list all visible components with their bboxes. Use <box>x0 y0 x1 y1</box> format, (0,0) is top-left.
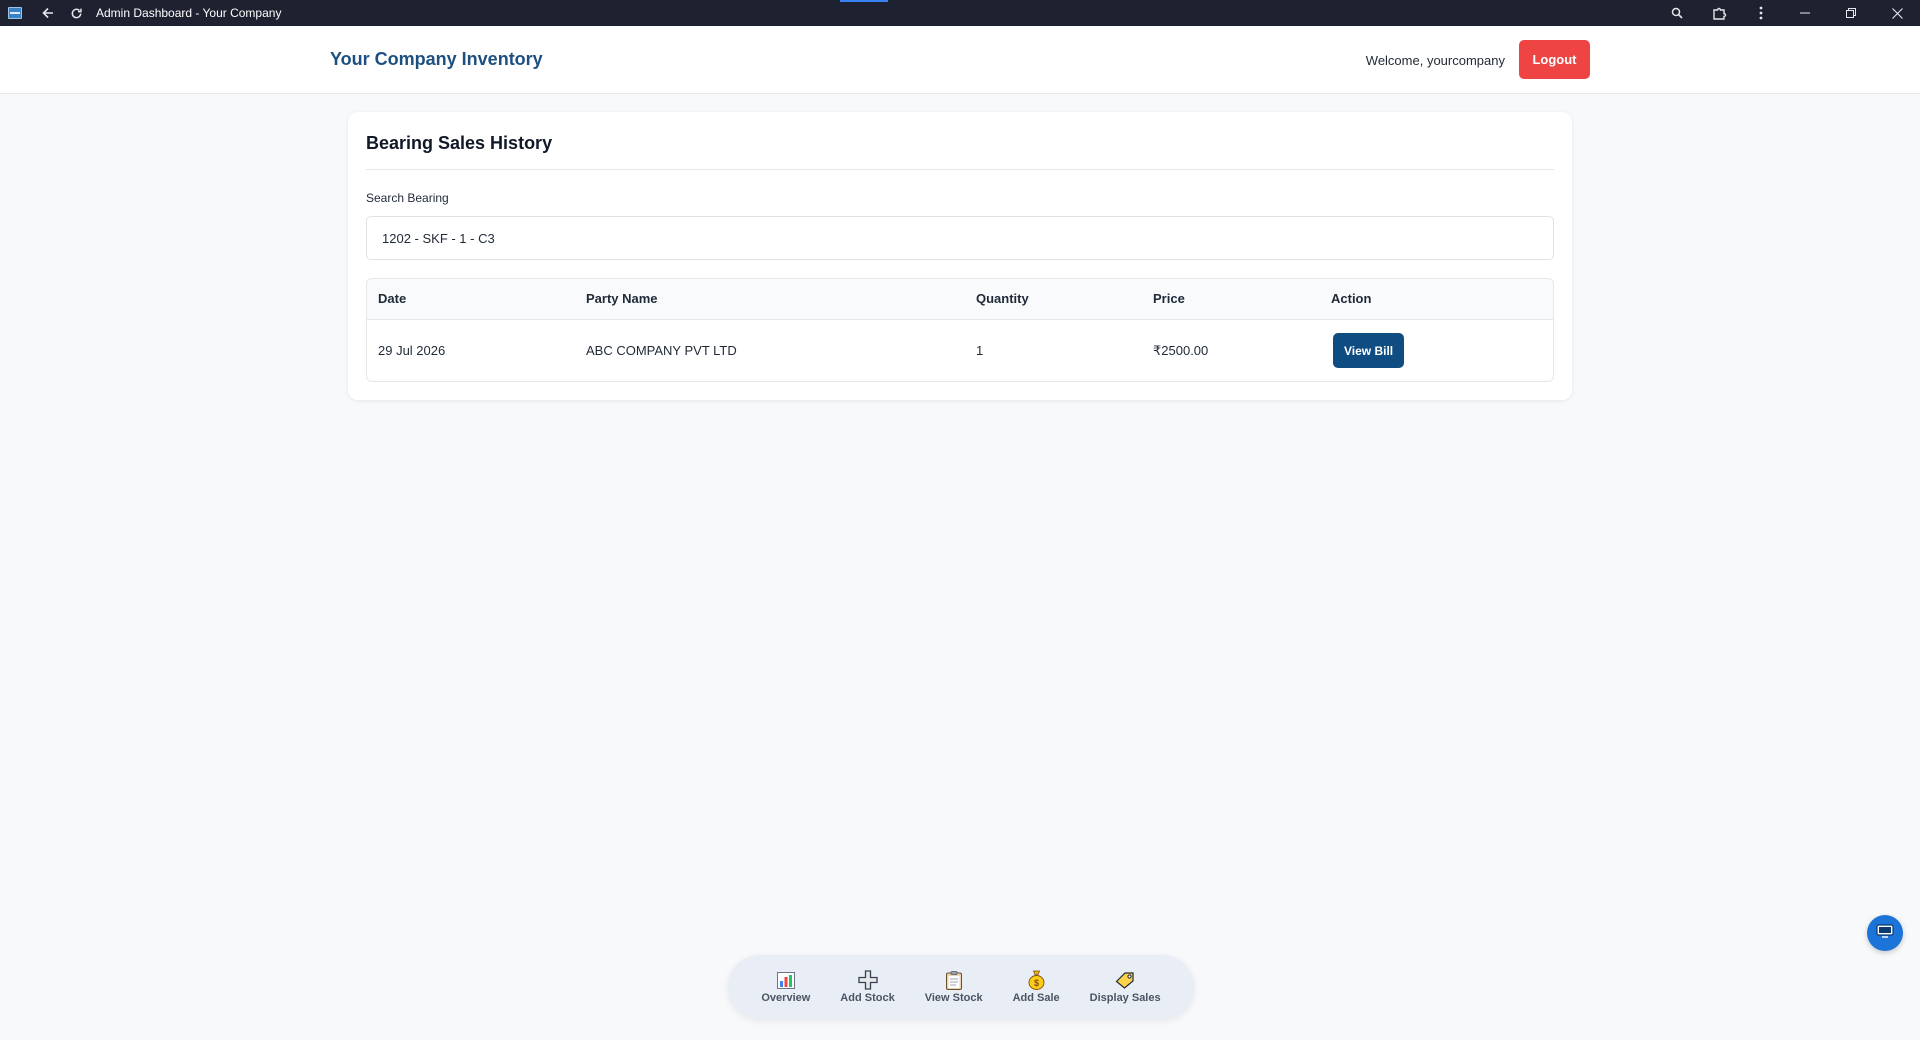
column-header-price: Price <box>1153 291 1185 307</box>
brand-title[interactable]: Your Company Inventory <box>330 49 543 70</box>
floating-screen-button[interactable] <box>1867 915 1903 951</box>
reload-icon[interactable] <box>62 0 90 26</box>
search-bearing-input[interactable] <box>366 216 1554 260</box>
minimize-icon[interactable] <box>1782 0 1828 26</box>
nav-label: Add Stock <box>840 992 895 1004</box>
app-header: Your Company Inventory Welcome, yourcomp… <box>0 26 1920 94</box>
divider <box>366 169 1554 170</box>
tag-icon <box>1114 970 1136 990</box>
menu-dots-icon[interactable] <box>1740 0 1782 26</box>
column-header-action: Action <box>1331 291 1372 307</box>
table-row: 29 Jul 2026 ABC COMPANY PVT LTD 1 ₹2500.… <box>367 319 1553 381</box>
plus-icon <box>857 970 879 990</box>
app-icon <box>8 7 22 19</box>
extensions-icon[interactable] <box>1698 0 1740 26</box>
close-icon[interactable] <box>1874 0 1920 26</box>
logout-button[interactable]: Logout <box>1519 40 1590 79</box>
nav-label: Overview <box>761 992 811 1004</box>
nav-label: View Stock <box>924 992 983 1004</box>
column-header-date: Date <box>378 291 407 307</box>
money-bag-icon: $ <box>1025 970 1047 990</box>
nav-label: Add Sale <box>1012 992 1060 1004</box>
nav-item-add-stock[interactable]: Add Stock <box>825 970 909 1004</box>
search-label: Search Bearing <box>366 191 449 205</box>
cell-quantity: 1 <box>976 343 984 359</box>
column-header-quantity: Quantity <box>976 291 1029 307</box>
column-header-party-name: Party Name <box>586 291 658 307</box>
sales-table: Date Party Name Quantity Price Action 29… <box>366 278 1554 382</box>
welcome-text: Welcome, yourcompany <box>1365 53 1505 68</box>
bottom-nav: Overview Add Stock View Stock $ Add Sale… <box>728 955 1194 1019</box>
nav-item-overview[interactable]: Overview <box>746 970 825 1004</box>
view-bill-button[interactable]: View Bill <box>1333 333 1405 369</box>
nav-item-display-sales[interactable]: Display Sales <box>1075 970 1176 1004</box>
nav-label: Display Sales <box>1089 992 1161 1004</box>
browser-titlebar: Admin Dashboard - Your Company <box>0 0 1920 26</box>
bar-chart-icon <box>775 970 797 990</box>
page-title: Bearing Sales History <box>366 133 553 153</box>
monitor-icon <box>1876 923 1894 943</box>
sales-history-card: Bearing Sales History Search Bearing Dat… <box>348 112 1572 400</box>
browser-title: Admin Dashboard - Your Company <box>96 6 282 20</box>
clipboard-icon <box>943 970 965 990</box>
restore-icon[interactable] <box>1828 0 1874 26</box>
nav-item-add-sale[interactable]: $ Add Sale <box>998 970 1075 1004</box>
table-header-row: Date Party Name Quantity Price Action <box>367 279 1553 319</box>
nav-item-view-stock[interactable]: View Stock <box>910 970 998 1004</box>
svg-text:$: $ <box>1034 978 1039 988</box>
cell-party-name: ABC COMPANY PVT LTD <box>586 343 737 359</box>
tab-indicator <box>840 0 888 2</box>
zoom-icon[interactable] <box>1656 0 1698 26</box>
back-icon[interactable] <box>34 0 62 26</box>
cell-date: 29 Jul 2026 <box>378 343 446 359</box>
cell-price: ₹2500.00 <box>1153 342 1209 358</box>
cell-action: View Bill <box>1320 319 1553 381</box>
